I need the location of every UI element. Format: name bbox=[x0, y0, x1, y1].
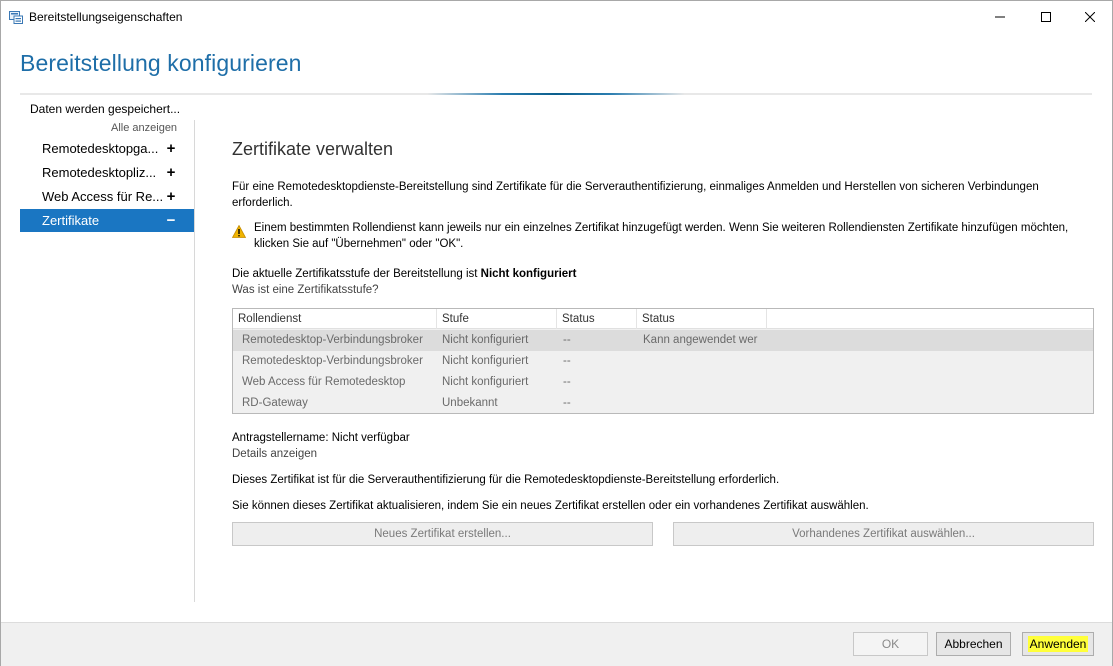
header-divider bbox=[20, 93, 1092, 95]
sidebar-item-label: Zertifikate bbox=[42, 213, 100, 228]
sidebar-item-label: Remotedesktopliz... bbox=[42, 165, 157, 180]
sidebar-item-rd-licensing[interactable]: Remotedesktopliz... + bbox=[20, 161, 194, 184]
apply-button-label: Anwenden bbox=[1027, 636, 1089, 652]
page-title: Bereitstellung konfigurieren bbox=[20, 50, 302, 76]
expand-icon: + bbox=[166, 140, 176, 157]
minimize-icon bbox=[995, 16, 1005, 17]
certificate-update-hint: Sie können dieses Zertifikat aktualisier… bbox=[232, 500, 869, 512]
cell-role: Web Access für Remotedesktop bbox=[242, 376, 406, 388]
role-services-table[interactable]: Rollendienst Stufe Status Status Remoted… bbox=[232, 308, 1094, 414]
sidebar-divider bbox=[194, 120, 195, 602]
expand-icon: + bbox=[166, 188, 176, 205]
expand-icon: + bbox=[166, 164, 176, 181]
certificate-level-label: Die aktuelle Zertifikatsstufe der Bereit… bbox=[232, 268, 481, 280]
table-row[interactable]: Remotedesktop-Verbindungsbroker Nicht ko… bbox=[233, 351, 1093, 372]
cell-status-detail bbox=[643, 351, 765, 372]
section-title: Zertifikate verwalten bbox=[232, 139, 394, 159]
maximize-button[interactable] bbox=[1023, 1, 1069, 32]
saving-status: Daten werden gespeichert... bbox=[30, 102, 181, 116]
cell-level: Unbekannt bbox=[442, 397, 498, 409]
select-existing-certificate-button[interactable]: Vorhandenes Zertifikat auswählen... bbox=[673, 522, 1094, 546]
cell-status-detail: Kann angewendet wer bbox=[643, 334, 758, 346]
warning-text: Einem bestimmten Rollendienst kann jewei… bbox=[254, 222, 1069, 250]
sidebar-item-label: Web Access für Re... bbox=[42, 189, 164, 204]
certificate-level-help-link[interactable]: Was ist eine Zertifikatsstufe? bbox=[232, 284, 379, 296]
column-header-level[interactable]: Stufe bbox=[437, 309, 557, 329]
close-button[interactable] bbox=[1067, 1, 1113, 32]
sidebar-item-rd-gateway[interactable]: Remotedesktopga... + bbox=[20, 137, 194, 160]
show-details-link[interactable]: Details anzeigen bbox=[232, 448, 317, 460]
column-header-status[interactable]: Status bbox=[557, 309, 637, 329]
ok-button[interactable]: OK bbox=[853, 632, 928, 656]
warning-icon bbox=[231, 224, 247, 241]
certificate-level-value: Nicht konfiguriert bbox=[480, 268, 577, 280]
sidebar-item-certificates[interactable]: Zertifikate − bbox=[20, 209, 194, 232]
cell-status-detail bbox=[643, 393, 765, 414]
sidebar-item-web-access[interactable]: Web Access für Re... + bbox=[20, 185, 194, 208]
server-manager-icon bbox=[9, 10, 23, 24]
cell-level: Nicht konfiguriert bbox=[442, 376, 529, 388]
maximize-icon bbox=[1041, 11, 1051, 22]
intro-text: Für eine Remotedesktopdienste-Bereitstel… bbox=[232, 181, 1039, 209]
cell-status: -- bbox=[563, 355, 571, 367]
certificate-description: Dieses Zertifikat ist für die Serverauth… bbox=[232, 474, 780, 486]
window-title: Bereitstellungseigenschaften bbox=[29, 10, 183, 24]
close-icon bbox=[1085, 11, 1095, 22]
cell-status-detail bbox=[643, 372, 765, 393]
table-header: Rollendienst Stufe Status Status bbox=[233, 309, 1093, 329]
minimize-button[interactable] bbox=[977, 1, 1023, 32]
cell-status: -- bbox=[563, 397, 571, 409]
cell-level: Nicht konfiguriert bbox=[442, 355, 529, 367]
properties-window: Bereitstellungseigenschaften Bereitstell… bbox=[0, 0, 1113, 666]
subject-name: Antragstellername: Nicht verfügbar bbox=[232, 432, 410, 444]
table-row[interactable]: Remotedesktop-Verbindungsbroker Nicht ko… bbox=[233, 330, 1093, 351]
table-row[interactable]: Web Access für Remotedesktop Nicht konfi… bbox=[233, 372, 1093, 393]
apply-button[interactable]: Anwenden bbox=[1022, 632, 1094, 656]
column-header-status-detail[interactable]: Status bbox=[637, 309, 767, 329]
cell-status: -- bbox=[563, 334, 571, 346]
collapse-icon: − bbox=[166, 212, 176, 229]
create-new-certificate-button[interactable]: Neues Zertifikat erstellen... bbox=[232, 522, 653, 546]
title-bar: Bereitstellungseigenschaften bbox=[1, 1, 1112, 32]
cancel-button[interactable]: Abbrechen bbox=[936, 632, 1011, 656]
cell-role: Remotedesktop-Verbindungsbroker bbox=[242, 334, 423, 346]
cell-level: Nicht konfiguriert bbox=[442, 334, 529, 346]
table-row[interactable]: RD-Gateway Unbekannt -- bbox=[233, 393, 1093, 414]
cell-role: Remotedesktop-Verbindungsbroker bbox=[242, 355, 423, 367]
certificate-level: Die aktuelle Zertifikatsstufe der Bereit… bbox=[232, 268, 576, 280]
column-header-role[interactable]: Rollendienst bbox=[233, 309, 437, 329]
cell-status: -- bbox=[563, 376, 571, 388]
cell-role: RD-Gateway bbox=[242, 397, 308, 409]
sidebar-item-label: Remotedesktopga... bbox=[42, 141, 159, 156]
show-all-link[interactable]: Alle anzeigen bbox=[111, 122, 177, 134]
